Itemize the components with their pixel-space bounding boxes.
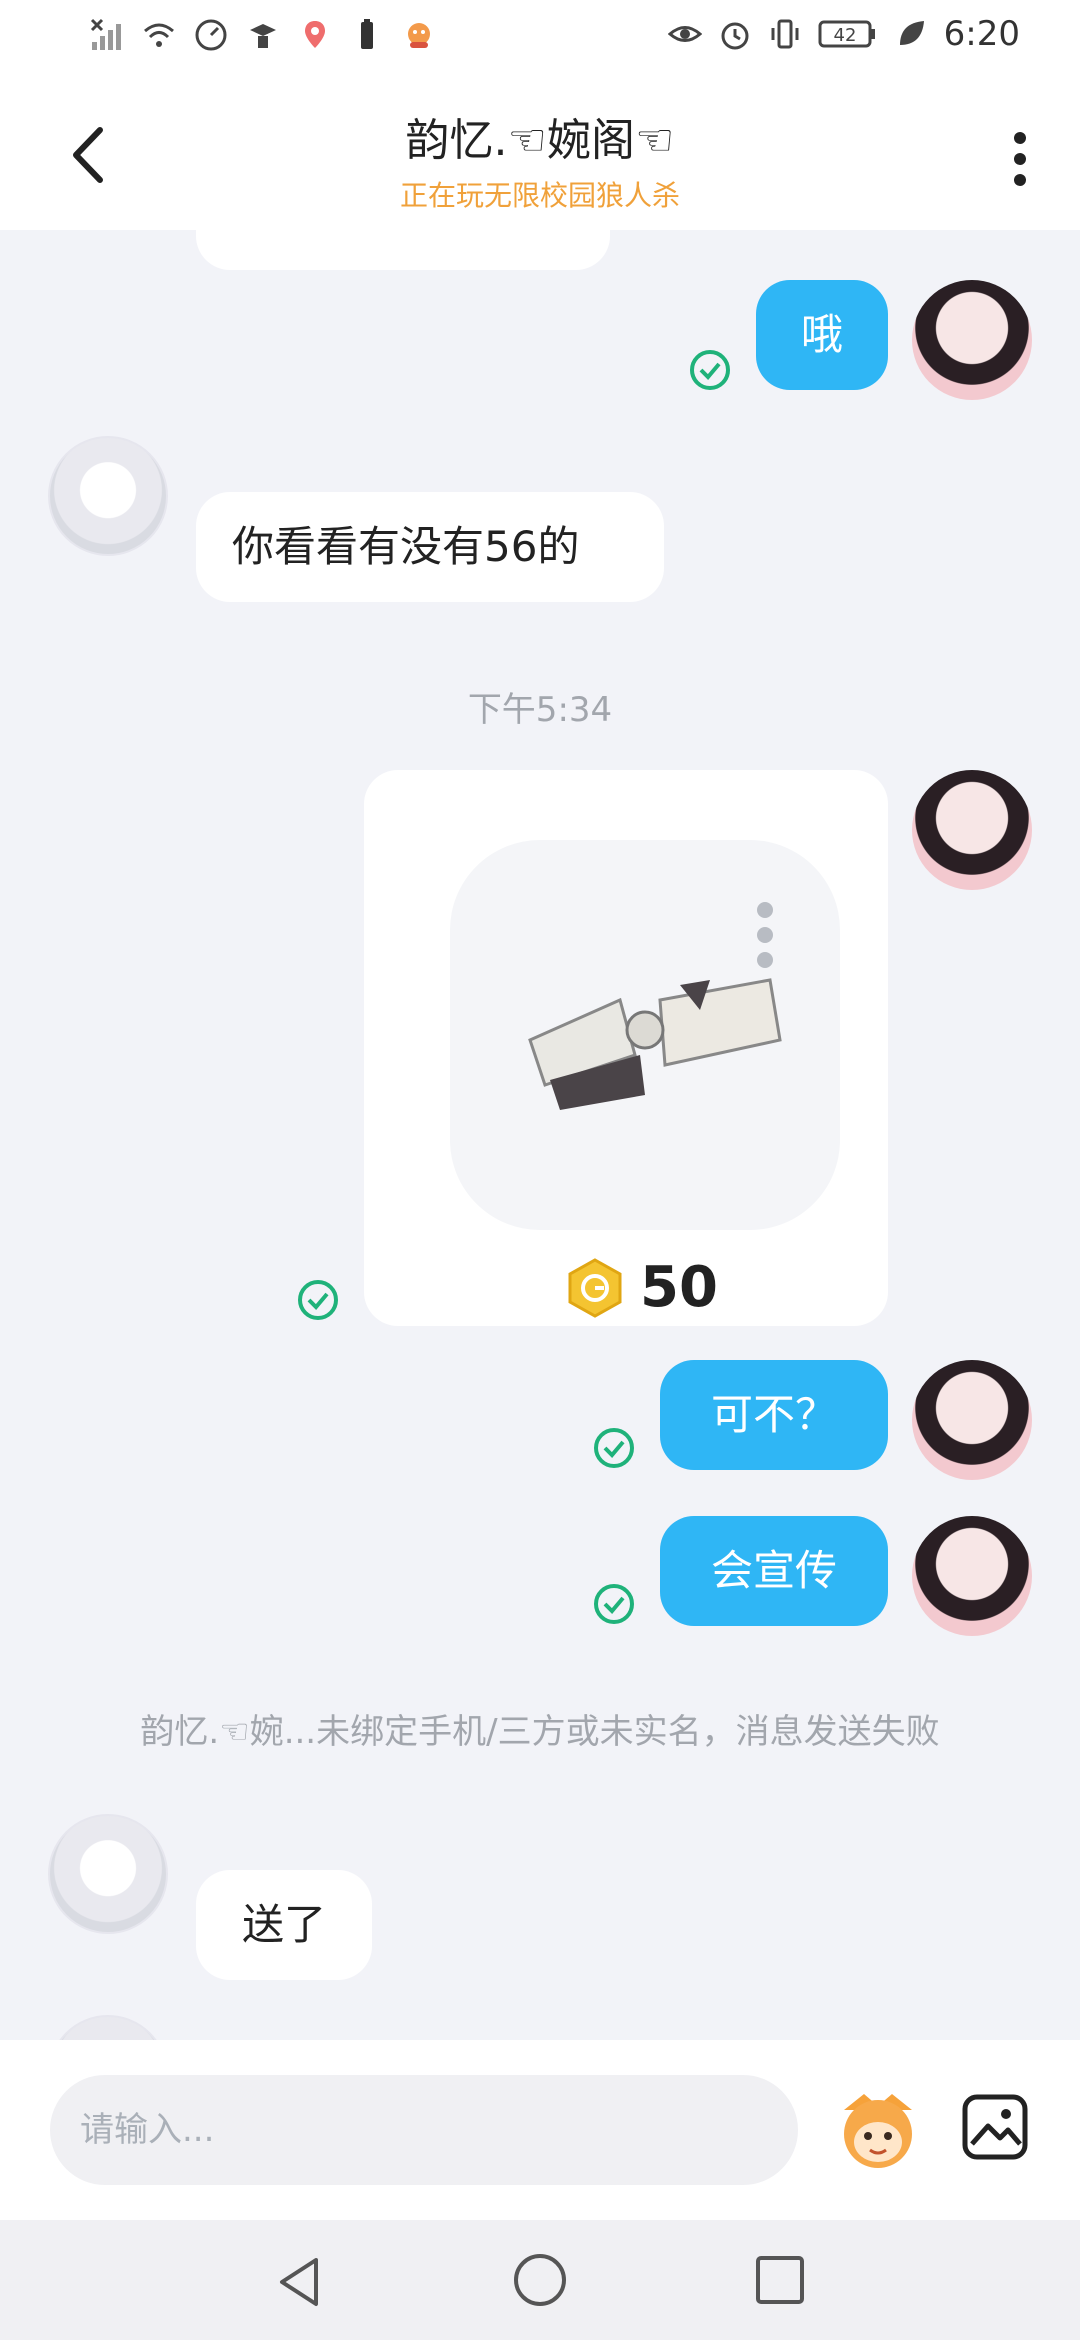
send-failed-notice: 韵忆.☜婉...未绑定手机/三方或未实名，消息发送失败 [140, 1712, 940, 1752]
read-check-icon [690, 350, 730, 390]
contact-activity-status: 正在玩无限校园狼人杀 [399, 179, 680, 212]
battery-icon: 42 [818, 20, 875, 48]
more-options-icon[interactable] [1000, 124, 1040, 194]
battery-saver-icon [361, 19, 373, 49]
gold-coin-icon [568, 1257, 622, 1318]
nav-recent-apps-icon[interactable] [752, 2252, 808, 2308]
user-avatar[interactable] [912, 1516, 1032, 1636]
nav-home-icon[interactable] [510, 2250, 570, 2310]
image-picker-icon[interactable] [960, 2092, 1030, 2162]
message-bubble-partial [196, 230, 610, 270]
gift-image [450, 840, 840, 1230]
nav-back-icon[interactable] [270, 2252, 330, 2312]
no-signal-icon [90, 18, 121, 50]
message-bubble-incoming[interactable]: 你看看有没有56的 [196, 492, 664, 602]
status-bar: 42 6:20 [0, 0, 1080, 80]
chat-header: 韵忆.☜婉阁☜ 正在玩无限校园狼人杀 [0, 80, 1080, 230]
read-check-icon [594, 1584, 634, 1624]
friend-avatar[interactable] [48, 436, 168, 556]
message-bubble-incoming[interactable]: 送了 [196, 1870, 372, 1980]
wifi-icon [144, 23, 174, 47]
status-left-icons [90, 18, 436, 52]
message-bubble-outgoing[interactable]: 可不？ [660, 1360, 888, 1470]
message-text: 可不？ [710, 1390, 837, 1439]
user-avatar[interactable] [912, 280, 1032, 400]
message-text: 会宣传 [710, 1546, 837, 1595]
gift-price: 50 [564, 1255, 718, 1320]
message-text: 送了 [241, 1900, 326, 1949]
message-bubble-outgoing[interactable]: 会宣传 [660, 1516, 888, 1626]
friend-avatar[interactable] [48, 1814, 168, 1934]
message-bubble-outgoing[interactable]: 哦 [756, 280, 888, 390]
chat-message-list[interactable]: 哦 你看看有没有56的 下午5:34 50 可不？ 会宣传 韵忆.☜婉...未绑… [0, 230, 1080, 2040]
system-nav-bar [0, 2220, 1080, 2340]
message-timestamp: 下午5:34 [467, 690, 613, 730]
message-input[interactable] [50, 2075, 798, 2185]
alarm-icon [721, 22, 749, 50]
read-check-icon [594, 1428, 634, 1468]
gift-price-value: 50 [640, 1255, 718, 1320]
user-avatar[interactable] [912, 770, 1032, 890]
message-text: 哦 [800, 310, 843, 359]
message-input-bar [0, 2040, 1080, 2220]
gift-message-card[interactable]: 50 [364, 770, 888, 1326]
speed-icon [195, 19, 227, 51]
sticker-mascot-icon[interactable] [830, 2080, 926, 2176]
leaf-icon [899, 21, 924, 45]
game-icon [408, 23, 430, 48]
read-check-icon [298, 1280, 338, 1320]
message-text: 你看看有没有56的 [232, 522, 580, 571]
bow-tie-icon [528, 902, 782, 1110]
vibrate-icon [771, 19, 799, 49]
svg-text:42: 42 [833, 25, 856, 46]
status-time: 6:20 [943, 14, 1020, 54]
user-avatar[interactable] [912, 1360, 1032, 1480]
hat-icon [250, 24, 276, 48]
map-pin-icon [305, 21, 325, 48]
back-arrow-icon[interactable] [60, 120, 120, 190]
eye-icon [667, 26, 702, 42]
header-title-block[interactable]: 韵忆.☜婉阁☜ 正在玩无限校园狼人杀 [240, 104, 840, 214]
contact-name: 韵忆.☜婉阁☜ [405, 115, 675, 166]
status-right-icons: 42 6:20 [667, 14, 1020, 54]
friend-avatar-partial [48, 2015, 168, 2040]
